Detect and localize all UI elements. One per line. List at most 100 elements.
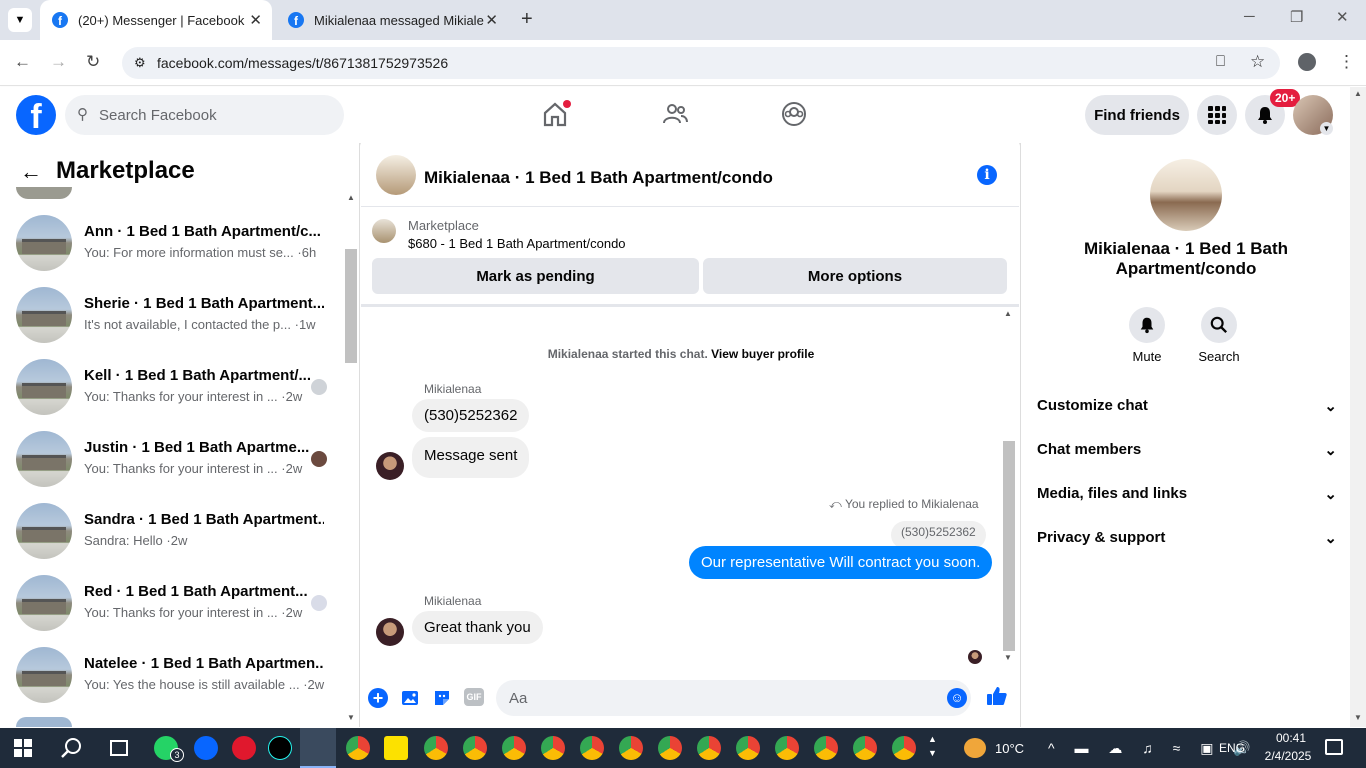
- groups-icon[interactable]: [780, 100, 808, 133]
- chrome-icon[interactable]: [814, 736, 838, 760]
- scrollbar-thumb[interactable]: [345, 249, 357, 363]
- conversation-item[interactable]: Ann · 1 Bed 1 Bath Apartment/c... You: F…: [0, 215, 345, 287]
- scroll-down-arrow-icon[interactable]: ▼: [1004, 653, 1012, 662]
- chrome-icon[interactable]: [424, 736, 448, 760]
- language-indicator[interactable]: ENG: [1219, 741, 1245, 755]
- friends-icon[interactable]: [661, 100, 689, 133]
- chrome-icon[interactable]: [853, 736, 877, 760]
- page-scrollbar[interactable]: ▲ ▼: [1350, 87, 1366, 727]
- weather-icon[interactable]: [964, 738, 986, 758]
- taskbar-search-icon[interactable]: [60, 736, 84, 765]
- task-view-icon[interactable]: [110, 740, 128, 756]
- clock-time[interactable]: 00:41: [1267, 731, 1315, 745]
- tab-notification[interactable]: f Mikialenaa messaged Mikialena ✕: [276, 0, 508, 40]
- emoji-icon[interactable]: ☺: [947, 688, 967, 708]
- quoted-message[interactable]: (530)5252362: [891, 521, 986, 549]
- bookmark-star-icon[interactable]: ☆: [1250, 52, 1265, 72]
- minimize-icon[interactable]: ─: [1244, 8, 1255, 25]
- new-tab-icon[interactable]: +: [521, 8, 533, 31]
- sticker-icon[interactable]: [432, 688, 452, 713]
- mute-button[interactable]: [1129, 307, 1165, 343]
- tab-messenger[interactable]: f (20+) Messenger | Facebook ✕: [40, 0, 272, 40]
- conversation-item[interactable]: Kell · 1 Bed 1 Bath Apartment/... You: T…: [0, 359, 345, 431]
- chrome-icon[interactable]: [658, 736, 682, 760]
- windows-start-icon[interactable]: [14, 739, 32, 762]
- info-icon[interactable]: i: [977, 165, 997, 185]
- chrome-icon[interactable]: [346, 736, 370, 760]
- section-media-files-links[interactable]: Media, files and links ⌄: [1037, 485, 1337, 503]
- sticky-notes-icon[interactable]: [384, 736, 408, 760]
- section-privacy-support[interactable]: Privacy & support ⌄: [1037, 529, 1337, 547]
- window-close-icon[interactable]: ✕: [1336, 8, 1349, 26]
- conversation-item[interactable]: Sandra · 1 Bed 1 Bath Apartment... Sandr…: [0, 503, 345, 575]
- conversation-item[interactable]: Sherie · 1 Bed 1 Bath Apartment... It's …: [0, 287, 345, 359]
- outgoing-message-bubble[interactable]: Our representative Will contract you soo…: [689, 546, 993, 579]
- active-app-icon[interactable]: [300, 728, 336, 768]
- details-avatar[interactable]: [1150, 159, 1222, 231]
- sender-avatar[interactable]: [376, 618, 404, 646]
- chrome-icon[interactable]: [619, 736, 643, 760]
- opera-icon[interactable]: [232, 736, 256, 760]
- conversation-item[interactable]: Justin · 1 Bed 1 Bath Apartme... You: Th…: [0, 431, 345, 503]
- listing-price[interactable]: $680 - 1 Bed 1 Bath Apartment/condo: [408, 236, 626, 251]
- chrome-icon[interactable]: [580, 736, 604, 760]
- scroll-up-arrow-icon[interactable]: ▲: [1354, 89, 1362, 98]
- section-chat-members[interactable]: Chat members ⌄: [1037, 441, 1337, 459]
- chrome-icon[interactable]: [463, 736, 487, 760]
- install-icon[interactable]: ⎕: [1216, 53, 1225, 70]
- taskbar-scroll-icon[interactable]: ▲ ▼: [928, 732, 937, 760]
- photo-icon[interactable]: [400, 688, 420, 713]
- mark-pending-button[interactable]: Mark as pending: [372, 258, 699, 294]
- reload-icon[interactable]: ↻: [86, 52, 100, 72]
- close-tab-icon[interactable]: ✕: [249, 11, 262, 29]
- scroll-up-arrow-icon[interactable]: ▲: [347, 193, 355, 202]
- gif-icon[interactable]: GIF: [464, 688, 484, 706]
- notification-center-icon[interactable]: [1325, 739, 1343, 755]
- search-input[interactable]: ⚲ Search Facebook: [65, 95, 344, 135]
- view-buyer-profile-link[interactable]: View buyer profile: [711, 347, 814, 361]
- menu-dots-icon[interactable]: ⋮: [1338, 52, 1355, 72]
- message-bubble[interactable]: Great thank you: [412, 611, 543, 644]
- listing-thumbnail-small[interactable]: [372, 219, 396, 243]
- clock-date[interactable]: 2/4/2025: [1259, 749, 1317, 763]
- close-tab-icon[interactable]: ✕: [485, 11, 498, 29]
- account-chevron-icon[interactable]: ▼: [1320, 122, 1333, 135]
- profile-icon[interactable]: [1298, 53, 1316, 71]
- chat-scrollbar[interactable]: ▲ ▼: [1002, 307, 1016, 663]
- forward-icon[interactable]: →: [50, 52, 67, 72]
- scroll-down-arrow-icon[interactable]: ▼: [1354, 713, 1362, 722]
- site-info-icon[interactable]: ⚙: [134, 55, 146, 71]
- tab-list-button[interactable]: ▼: [8, 8, 32, 32]
- scroll-down-arrow-icon[interactable]: ▼: [347, 713, 355, 722]
- tiktok-icon[interactable]: [268, 736, 292, 760]
- chat-title[interactable]: Mikialenaa · 1 Bed 1 Bath Apartment/cond…: [424, 168, 773, 188]
- chat-listing-avatar[interactable]: [376, 155, 416, 195]
- restore-icon[interactable]: ❐: [1290, 8, 1303, 26]
- back-icon[interactable]: ←: [14, 52, 31, 72]
- chrome-icon[interactable]: [892, 736, 916, 760]
- chrome-icon[interactable]: [775, 736, 799, 760]
- scroll-up-arrow-icon[interactable]: ▲: [1004, 309, 1012, 318]
- back-arrow-icon[interactable]: ←: [20, 159, 42, 185]
- more-actions-icon[interactable]: +: [368, 688, 388, 708]
- message-bubble[interactable]: (530)5252362: [412, 399, 530, 432]
- url-field[interactable]: ⚙ facebook.com/messages/t/86713817529735…: [122, 47, 1280, 79]
- scrollbar[interactable]: ▲ ▼: [345, 193, 357, 727]
- chrome-icon[interactable]: [502, 736, 526, 760]
- search-in-chat-button[interactable]: [1201, 307, 1237, 343]
- message-bubble[interactable]: Message sent: [412, 437, 530, 478]
- scrollbar-thumb[interactable]: [1003, 441, 1015, 651]
- more-options-button[interactable]: More options: [703, 258, 1007, 294]
- conversation-item[interactable]: Natelee · 1 Bed 1 Bath Apartmen... You: …: [0, 647, 345, 719]
- facebook-app-icon[interactable]: [194, 736, 218, 760]
- sender-avatar[interactable]: [376, 452, 404, 480]
- like-thumb-icon[interactable]: [986, 685, 1008, 712]
- facebook-logo[interactable]: f: [16, 95, 56, 135]
- section-customize-chat[interactable]: Customize chat ⌄: [1037, 397, 1337, 415]
- menu-grid-button[interactable]: [1197, 95, 1237, 135]
- chrome-icon[interactable]: [541, 736, 565, 760]
- message-input[interactable]: Aa ☺: [496, 680, 971, 716]
- chrome-icon[interactable]: [736, 736, 760, 760]
- conversation-item[interactable]: Red · 1 Bed 1 Bath Apartment... You: Tha…: [0, 575, 345, 647]
- chrome-icon[interactable]: [697, 736, 721, 760]
